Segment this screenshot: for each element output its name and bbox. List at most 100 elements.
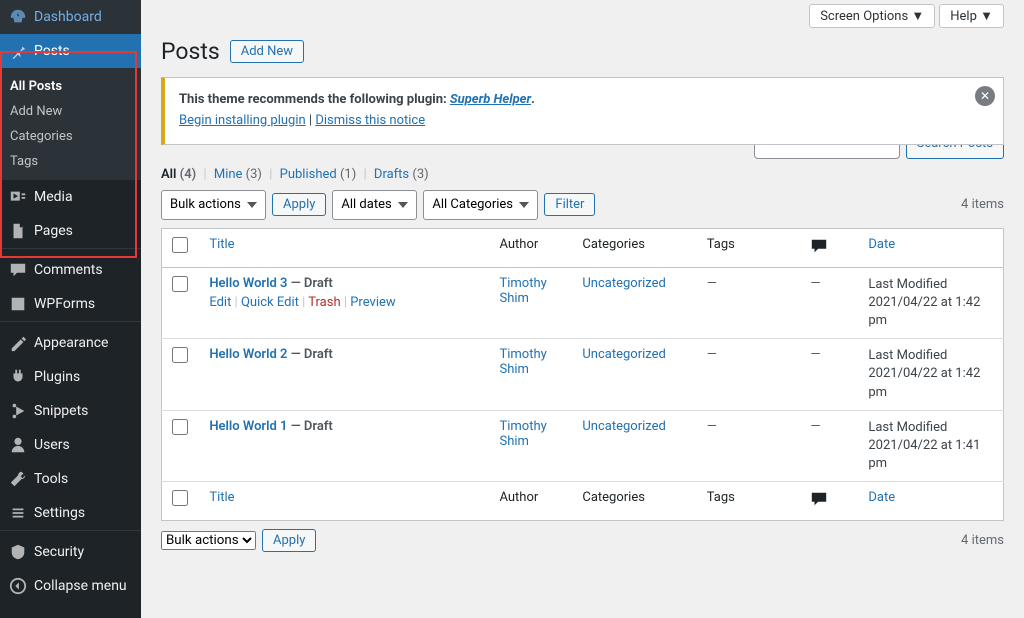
menu-posts[interactable]: Posts (0, 34, 141, 68)
main-content: Screen Options ▼ Help ▼ Posts Add New Th… (141, 0, 1024, 618)
col-comments-footer[interactable] (800, 482, 858, 521)
admin-sidebar: Dashboard Posts All Posts Add New Catego… (0, 0, 141, 618)
filter-drafts[interactable]: Drafts (3) (374, 167, 429, 182)
add-new-button[interactable]: Add New (230, 40, 304, 63)
screen-options-button[interactable]: Screen Options ▼ (809, 4, 935, 28)
submenu-tags[interactable]: Tags (0, 149, 141, 174)
post-state: — Draft (287, 276, 332, 291)
table-row: Hello World 3 — Draft Edit | Quick Edit … (162, 267, 1004, 339)
users-icon (8, 435, 28, 455)
submenu-add-new[interactable]: Add New (0, 99, 141, 124)
comments-icon (8, 260, 28, 280)
bulk-actions-select-bottom[interactable]: Bulk actions (161, 531, 256, 550)
row-checkbox[interactable] (172, 276, 188, 292)
col-date-footer[interactable]: Date (858, 482, 1003, 521)
col-date[interactable]: Date (858, 228, 1003, 267)
menu-appearance[interactable]: Appearance (0, 326, 141, 360)
menu-media[interactable]: Media (0, 180, 141, 214)
edit-link[interactable]: Edit (209, 295, 231, 310)
menu-label: Pages (34, 223, 73, 239)
shield-icon (8, 542, 28, 562)
filter-mine[interactable]: Mine (3) (214, 167, 262, 182)
install-plugin-link[interactable]: Begin installing plugin (179, 113, 306, 128)
col-tags: Tags (697, 228, 801, 267)
tools-icon (8, 469, 28, 489)
category-link[interactable]: Uncategorized (582, 419, 665, 434)
tags-cell: — (707, 419, 717, 434)
menu-label: Dashboard (34, 9, 102, 25)
col-comments[interactable] (800, 228, 858, 267)
table-row: Hello World 2 — Draft Timothy Shim Uncat… (162, 339, 1004, 411)
submenu-all-posts[interactable]: All Posts (0, 74, 141, 99)
menu-pages[interactable]: Pages (0, 214, 141, 248)
snippets-icon (8, 401, 28, 421)
trash-link[interactable]: Trash (308, 295, 340, 310)
select-all-checkbox[interactable] (172, 237, 188, 253)
menu-label: Media (34, 189, 73, 205)
author-link[interactable]: Timothy Shim (499, 347, 546, 377)
date-cell: Last Modified2021/04/22 at 1:42 pm (858, 339, 1003, 411)
pages-icon (8, 221, 28, 241)
select-all-checkbox-footer[interactable] (172, 490, 188, 506)
apply-button[interactable]: Apply (272, 193, 326, 216)
post-title-link[interactable]: Hello World 3 (209, 276, 287, 291)
filter-button[interactable]: Filter (544, 193, 595, 216)
col-title[interactable]: Title (199, 228, 489, 267)
dismiss-notice-link[interactable]: Dismiss this notice (315, 113, 425, 128)
col-author: Author (489, 228, 572, 267)
menu-label: Appearance (34, 335, 108, 351)
quick-edit-link[interactable]: Quick Edit (241, 295, 299, 310)
menu-label: WPForms (34, 296, 95, 312)
notice-plugin-link[interactable]: Superb Helper (450, 92, 531, 107)
preview-link[interactable]: Preview (350, 295, 395, 310)
comments-cell: — (810, 419, 820, 434)
filter-all[interactable]: All (4) (161, 167, 196, 182)
appearance-icon (8, 333, 28, 353)
menu-tools[interactable]: Tools (0, 462, 141, 496)
menu-wpforms[interactable]: WPForms (0, 287, 141, 321)
col-categories-footer: Categories (572, 482, 696, 521)
apply-button-bottom[interactable]: Apply (262, 529, 316, 552)
plugins-icon (8, 367, 28, 387)
wpforms-icon (8, 294, 28, 314)
settings-icon (8, 503, 28, 523)
menu-plugins[interactable]: Plugins (0, 360, 141, 394)
pin-icon (8, 41, 28, 61)
close-icon[interactable]: ✕ (975, 86, 995, 106)
tablenav-top: Bulk actions Apply All dates All Categor… (161, 190, 1004, 220)
status-filters: All (4) | Mine (3) | Published (1) | Dra… (161, 167, 1004, 182)
table-row: Hello World 1 — Draft Timothy Shim Uncat… (162, 410, 1004, 482)
category-link[interactable]: Uncategorized (582, 347, 665, 362)
menu-snippets[interactable]: Snippets (0, 394, 141, 428)
help-button[interactable]: Help ▼ (939, 4, 1004, 28)
post-state: — Draft (287, 419, 332, 434)
menu-comments[interactable]: Comments (0, 253, 141, 287)
collapse-icon (8, 576, 28, 596)
row-actions: Edit | Quick Edit | Trash | Preview (209, 295, 479, 310)
row-checkbox[interactable] (172, 347, 188, 363)
post-state: — Draft (287, 347, 332, 362)
menu-users[interactable]: Users (0, 428, 141, 462)
post-title-link[interactable]: Hello World 2 (209, 347, 287, 362)
row-checkbox[interactable] (172, 419, 188, 435)
filter-published[interactable]: Published (1) (280, 167, 357, 182)
menu-dashboard[interactable]: Dashboard (0, 0, 141, 34)
menu-label: Tools (34, 471, 68, 487)
submenu-posts: All Posts Add New Categories Tags (0, 68, 141, 180)
menu-label: Comments (34, 262, 103, 278)
post-title-link[interactable]: Hello World 1 (209, 419, 287, 434)
menu-security[interactable]: Security (0, 535, 141, 569)
item-count-bottom: 4 items (961, 533, 1004, 548)
date-filter-select[interactable]: All dates (332, 190, 417, 220)
submenu-categories[interactable]: Categories (0, 124, 141, 149)
bulk-actions-select[interactable]: Bulk actions (161, 190, 266, 220)
category-link[interactable]: Uncategorized (582, 276, 665, 291)
category-filter-select[interactable]: All Categories (423, 190, 538, 220)
author-link[interactable]: Timothy Shim (499, 419, 546, 449)
col-author-footer: Author (489, 482, 572, 521)
col-title-footer[interactable]: Title (199, 482, 489, 521)
author-link[interactable]: Timothy Shim (499, 276, 546, 306)
menu-collapse[interactable]: Collapse menu (0, 569, 141, 603)
menu-settings[interactable]: Settings (0, 496, 141, 530)
menu-label: Posts (34, 43, 70, 59)
